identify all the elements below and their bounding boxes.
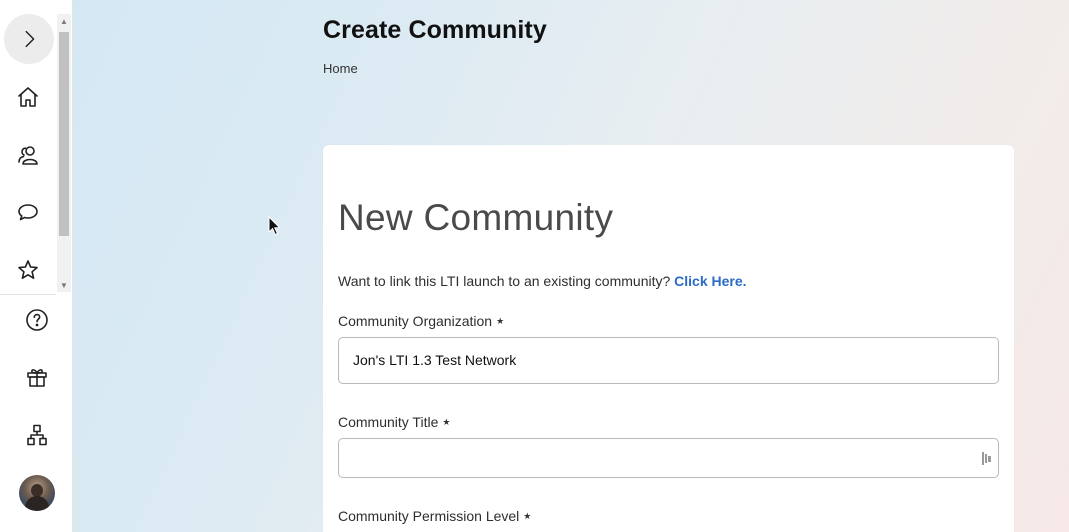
help-icon xyxy=(26,309,48,331)
form-heading: New Community xyxy=(338,197,614,238)
scroll-up-arrow-icon[interactable]: ▲ xyxy=(57,14,71,28)
permission-label: Community Permission Level ★ xyxy=(338,508,531,524)
community-title-input[interactable] xyxy=(338,438,999,478)
click-here-link[interactable]: Click Here. xyxy=(674,273,746,289)
chat-icon xyxy=(18,204,38,221)
avatar[interactable] xyxy=(19,475,55,511)
star-icon xyxy=(18,260,38,279)
required-star-icon: ★ xyxy=(442,417,451,427)
page-title: Create Community xyxy=(323,16,547,44)
title-label-text: Community Title xyxy=(338,414,439,430)
link-prompt-text: Want to link this LTI launch to an exist… xyxy=(338,273,671,289)
scrollbar-thumb[interactable] xyxy=(59,32,69,236)
organization-label-text: Community Organization xyxy=(338,313,493,329)
required-star-icon: ★ xyxy=(496,316,505,326)
gift-icon xyxy=(27,369,47,387)
scroll-down-arrow-icon[interactable]: ▼ xyxy=(57,278,71,292)
gift-button[interactable] xyxy=(17,357,57,397)
sidebar-top-section: ▲ ▼ xyxy=(0,0,73,294)
link-existing-prompt: Want to link this LTI launch to an exist… xyxy=(338,273,747,289)
nav-home-button[interactable] xyxy=(8,77,48,117)
organization-label: Community Organization ★ xyxy=(338,313,504,329)
home-icon xyxy=(18,87,38,107)
organization-field[interactable]: Jon's LTI 1.3 Test Network xyxy=(338,337,999,384)
sidebar-rail: ▲ ▼ xyxy=(0,0,73,532)
nav-favorites-button[interactable] xyxy=(8,250,48,290)
hierarchy-icon xyxy=(27,424,47,446)
chevron-right-icon xyxy=(25,30,35,48)
permission-label-text: Community Permission Level xyxy=(338,508,520,524)
sidebar-divider xyxy=(0,294,56,295)
mouse-cursor-icon xyxy=(268,216,281,236)
expand-sidebar-button[interactable] xyxy=(4,14,54,64)
help-button[interactable] xyxy=(17,300,57,340)
sidebar-scrollbar[interactable]: ▲ ▼ xyxy=(57,14,71,292)
title-label: Community Title ★ xyxy=(338,414,450,430)
nav-people-button[interactable] xyxy=(8,135,48,175)
breadcrumb[interactable]: Home xyxy=(323,61,358,76)
people-icon xyxy=(18,146,38,165)
hierarchy-button[interactable] xyxy=(17,415,57,455)
required-star-icon: ★ xyxy=(523,511,532,521)
organization-value: Jon's LTI 1.3 Test Network xyxy=(353,352,517,368)
autofill-icon[interactable] xyxy=(982,452,992,465)
avatar-body xyxy=(25,496,49,511)
new-community-card: New Community Want to link this LTI laun… xyxy=(323,145,1014,532)
nav-chat-button[interactable] xyxy=(8,192,48,232)
